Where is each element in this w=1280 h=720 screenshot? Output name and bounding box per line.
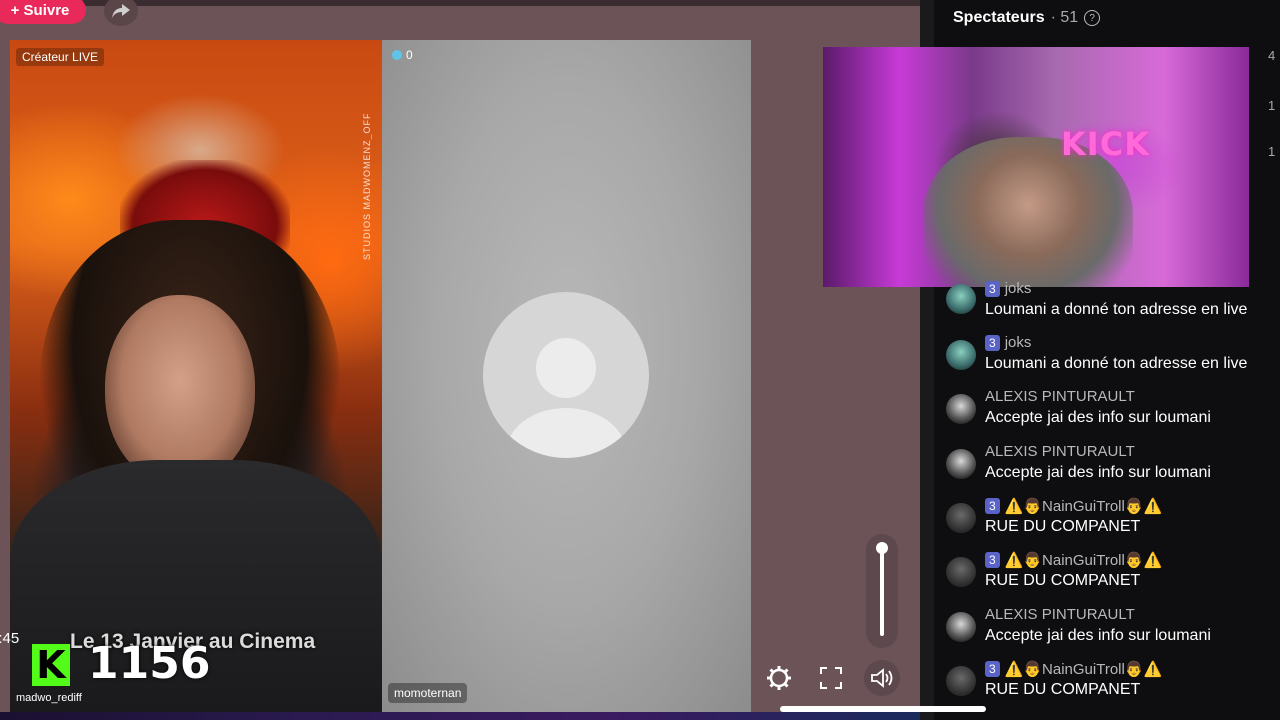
chat-username-text: joks: [1004, 280, 1032, 297]
subscriber-badge: 3: [985, 280, 1000, 297]
chat-username-text: ALEXIS PINTURAULT: [985, 443, 1135, 460]
share-button[interactable]: [104, 0, 138, 26]
chat-username: 3 ⚠️👨NainGuiTroll👨⚠️: [985, 660, 1162, 678]
player-controls: [760, 660, 920, 700]
subscriber-badge: 3: [985, 498, 1000, 514]
video-stage: Créateur LIVE STUDIOS MADWOMENZ_OFF Le 1…: [10, 40, 751, 712]
guest-username: momoternan: [388, 683, 468, 703]
chat-username-text: ALEXIS PINTURAULT: [985, 388, 1135, 405]
kick-logo-icon: K: [32, 643, 70, 687]
chat-text: Accepte jai des info sur loumani: [985, 464, 1211, 481]
chat-username: 3 joks: [985, 280, 1031, 297]
chat-header: Spectateurs · 51 ?: [953, 9, 1101, 27]
chat-text: Accepte jai des info sur loumani: [985, 409, 1211, 426]
follow-button[interactable]: + Suivre: [0, 0, 86, 24]
fullscreen-button[interactable]: [813, 660, 849, 696]
kick-viewer-count: 1156: [88, 638, 211, 689]
viewer-count: · 51: [1050, 9, 1079, 26]
viewer-dot-icon: [392, 50, 402, 60]
guest-viewer-count: 0: [406, 48, 413, 62]
chat-text: RUE DU COMPANET: [985, 572, 1141, 589]
chat-text: RUE DU COMPANET: [985, 681, 1141, 698]
help-icon[interactable]: ?: [1084, 10, 1101, 26]
chat-username: 3 ⚠️👨NainGuiTroll👨⚠️: [985, 497, 1162, 515]
guest-video: 0 momoternan: [382, 40, 751, 712]
edge-number: 4: [1268, 48, 1276, 63]
pip-neon-sign: KICK: [1061, 125, 1150, 163]
subscriber-badge: 3: [985, 552, 1000, 568]
chat-username: ALEXIS PINTURAULT: [985, 443, 1135, 460]
chat-username: 3 ⚠️👨NainGuiTroll👨⚠️: [985, 551, 1162, 569]
chat-username-text: ⚠️👨NainGuiTroll👨⚠️: [1004, 661, 1163, 678]
settings-button[interactable]: [761, 660, 797, 696]
volume-fill: [880, 546, 884, 636]
volume-knob[interactable]: [876, 542, 888, 554]
top-strip: [0, 0, 920, 6]
chat-username-text: joks: [1004, 334, 1032, 351]
home-indicator: [780, 706, 986, 712]
chat-text: Loumani a donné ton adresse en live: [985, 301, 1248, 318]
chat-avatar: [946, 449, 976, 479]
volume-button[interactable]: [864, 660, 900, 696]
guest-viewer-tag: 0: [392, 48, 413, 62]
host-video: Créateur LIVE STUDIOS MADWOMENZ_OFF Le 1…: [10, 40, 382, 712]
fullscreen-icon: [820, 667, 842, 689]
subscriber-badge: 3: [985, 334, 1000, 351]
subscriber-badge: 3: [985, 661, 1000, 677]
share-icon: [112, 4, 130, 18]
chat-text: Accepte jai des info sur loumani: [985, 627, 1211, 644]
creator-live-badge: Créateur LIVE: [16, 48, 105, 66]
chat-username: 3 joks: [985, 334, 1031, 351]
streamer-face: [105, 295, 255, 485]
avatar-head: [536, 338, 596, 398]
chat-username-text: ALEXIS PINTURAULT: [985, 606, 1135, 623]
chat-username: ALEXIS PINTURAULT: [985, 606, 1135, 623]
time-fragment: 3:45: [0, 630, 20, 647]
volume-slider[interactable]: [866, 534, 898, 648]
chat-text: Loumani a donné ton adresse en live: [985, 355, 1248, 372]
chat-username-text: ⚠️👨NainGuiTroll👨⚠️: [1004, 552, 1163, 569]
studio-watermark: STUDIOS MADWOMENZ_OFF: [362, 112, 372, 261]
default-avatar-icon: [483, 292, 649, 458]
chat-text: RUE DU COMPANET: [985, 518, 1141, 535]
edge-number: 1: [1268, 98, 1276, 113]
bottom-bar: [0, 712, 920, 720]
chat-avatar: [946, 284, 976, 314]
chat-avatar: [946, 503, 976, 533]
chat-avatar: [946, 666, 976, 696]
chat-avatar: [946, 340, 976, 370]
avatar-body: [506, 408, 626, 458]
volume-icon: [871, 668, 893, 688]
channel-name: madwo_rediff: [16, 692, 82, 704]
chat-avatar: [946, 557, 976, 587]
pip-video[interactable]: KICK: [823, 47, 1249, 287]
edge-number: 1: [1268, 144, 1276, 159]
chat-username-text: ⚠️👨NainGuiTroll👨⚠️: [1004, 498, 1163, 515]
chat-avatar: [946, 394, 976, 424]
chat-title: Spectateurs: [953, 9, 1045, 26]
chat-username: ALEXIS PINTURAULT: [985, 388, 1135, 405]
chat-avatar: [946, 612, 976, 642]
gear-icon: [767, 666, 791, 690]
